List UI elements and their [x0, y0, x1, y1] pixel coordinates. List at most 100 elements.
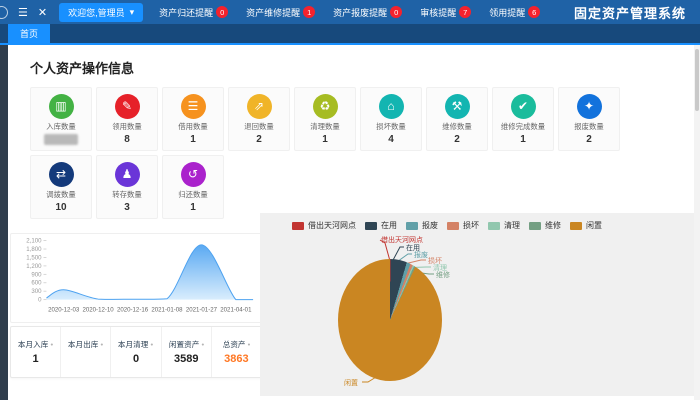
card-label: 调拨数量	[46, 189, 75, 199]
app-header: ☰ ✕ 欢迎您,管理员 ▾ 资产归还提醒 0 资产维修提醒 1 资产报废提醒 0…	[0, 0, 700, 24]
header-nav-item[interactable]: 领用提醒 6	[489, 6, 540, 19]
user-dropdown-label: 欢迎您,管理员	[68, 6, 125, 19]
card-value: 2	[586, 134, 592, 145]
stat-card[interactable]: ⇄ 调拨数量 10	[30, 155, 92, 219]
logo-icon	[0, 6, 8, 19]
card-value: 8	[124, 134, 130, 145]
card-label: 损坏数量	[376, 121, 405, 131]
legend-swatch	[529, 222, 541, 230]
asset-status-pie-chart[interactable]	[338, 259, 442, 381]
header-nav-label: 资产维修提醒	[246, 6, 300, 19]
card-value: 4	[388, 134, 394, 145]
legend-item[interactable]: 借出天河网点	[292, 220, 356, 231]
legend-swatch	[365, 222, 377, 230]
pie-slice-label: 维修	[436, 270, 450, 280]
summary-stat-value: 1	[33, 353, 39, 365]
legend-label: 闲置	[586, 220, 602, 231]
summary-stat: 本月出库 •	[60, 327, 110, 377]
collapsed-sidebar[interactable]	[0, 45, 8, 400]
pie-slice-label: 闲置	[344, 378, 358, 388]
card-label: 清理数量	[310, 121, 339, 131]
legend-label: 借出天河网点	[308, 220, 356, 231]
notification-badge: 1	[303, 6, 315, 18]
header-nav-label: 审核提醒	[420, 6, 456, 19]
stat-card[interactable]: ☰ 借用数量 1	[162, 87, 224, 151]
stat-cards-grid: ▥ 入库数量 ✎ 领用数量 8 ☰ 借用数量 1 ⇗ 退回数量 2 ♻	[30, 87, 678, 219]
summary-stat: 总资产 • 3863	[211, 327, 261, 377]
legend-item[interactable]: 报废	[406, 220, 438, 231]
card-value: 2	[256, 134, 262, 145]
pie-callout-lines	[260, 235, 694, 396]
stat-card[interactable]: ✎ 领用数量 8	[96, 87, 158, 151]
stat-card[interactable]: ♟ 转存数量 3	[96, 155, 158, 219]
legend-item[interactable]: 维修	[529, 220, 561, 231]
card-label: 领用数量	[112, 121, 141, 131]
header-nav-item[interactable]: 资产归还提醒 0	[159, 6, 228, 19]
legend-label: 清理	[504, 220, 520, 231]
repair-done-icon: ✔	[511, 94, 536, 119]
stat-card[interactable]: ▥ 入库数量	[30, 87, 92, 151]
legend-item[interactable]: 闲置	[570, 220, 602, 231]
legend-swatch	[406, 222, 418, 230]
scrollbar-thumb[interactable]	[695, 49, 699, 111]
legend-swatch	[570, 222, 582, 230]
hamburger-menu-icon[interactable]: ☰	[18, 6, 28, 19]
legend-item[interactable]: 损坏	[447, 220, 479, 231]
stat-dot-icon: •	[51, 340, 54, 349]
close-icon[interactable]: ✕	[38, 6, 47, 19]
user-dropdown[interactable]: 欢迎您,管理员 ▾	[59, 3, 143, 22]
redeposit-icon: ♟	[115, 162, 140, 187]
card-value: 2	[454, 134, 460, 145]
cleanup-icon: ♻	[313, 94, 338, 119]
transfer-icon: ⇄	[49, 162, 74, 187]
card-value: 1	[520, 134, 526, 145]
trend-area-chart[interactable]: 03006009001,2001,5001,8002,1002020-12-03…	[11, 234, 259, 320]
vertical-scrollbar[interactable]	[694, 45, 700, 400]
summary-stat-value: 0	[133, 353, 139, 365]
stat-dot-icon: •	[151, 340, 154, 349]
header-nav-item[interactable]: 资产维修提醒 1	[246, 6, 315, 19]
card-label: 维修数量	[442, 121, 471, 131]
damage-icon: ⌂	[379, 94, 404, 119]
card-label: 借用数量	[178, 121, 207, 131]
card-value: 10	[55, 202, 66, 213]
inbound-icon: ▥	[49, 94, 74, 119]
pie-slice-label: 报废	[414, 250, 428, 260]
stat-card[interactable]: ✔ 维修完成数量 1	[492, 87, 554, 151]
summary-stat-label: 本月清理	[118, 340, 148, 349]
svg-text:900: 900	[31, 271, 42, 278]
notification-badge: 0	[390, 6, 402, 18]
legend-swatch	[292, 222, 304, 230]
summary-stat-label: 总资产	[223, 340, 246, 349]
svg-text:2021-01-27: 2021-01-27	[186, 306, 218, 313]
stat-card[interactable]: ⇗ 退回数量 2	[228, 87, 290, 151]
legend-item[interactable]: 清理	[488, 220, 520, 231]
stat-card[interactable]: ⚒ 维修数量 2	[426, 87, 488, 151]
summary-stat: 闲置资产 • 3589	[161, 327, 211, 377]
stat-card[interactable]: ⌂ 损坏数量 4	[360, 87, 422, 151]
stat-card[interactable]: ♻ 清理数量 1	[294, 87, 356, 151]
repair-icon: ⚒	[445, 94, 470, 119]
svg-text:2020-12-10: 2020-12-10	[83, 306, 115, 313]
summary-stats-card: 本月入库 • 1 本月出库 • 本月清理 • 0	[10, 326, 262, 378]
borrow-icon: ☰	[181, 94, 206, 119]
tab-home[interactable]: 首页	[8, 24, 50, 43]
svg-text:2020-12-16: 2020-12-16	[117, 306, 149, 313]
stat-card[interactable]: ↺ 归还数量 1	[162, 155, 224, 219]
legend-swatch	[447, 222, 459, 230]
card-label: 入库数量	[46, 121, 75, 131]
header-nav-item[interactable]: 审核提醒 7	[420, 6, 471, 19]
svg-text:2020-12-03: 2020-12-03	[48, 306, 80, 313]
legend-item[interactable]: 在用	[365, 220, 397, 231]
summary-stat: 本月入库 • 1	[11, 327, 60, 377]
legend-label: 报废	[422, 220, 438, 231]
notification-badge: 6	[528, 6, 540, 18]
header-nav-item[interactable]: 资产报废提醒 0	[333, 6, 402, 19]
card-value: 1	[190, 202, 196, 213]
header-nav: 资产归还提醒 0 资产维修提醒 1 资产报废提醒 0 审核提醒 7 领用提醒 6	[159, 6, 540, 19]
svg-text:0: 0	[38, 297, 42, 304]
summary-stat-label: 本月入库	[18, 340, 48, 349]
stat-card[interactable]: ✦ 报废数量 2	[558, 87, 620, 151]
svg-text:2021-01-08: 2021-01-08	[151, 306, 183, 313]
svg-text:600: 600	[31, 280, 42, 287]
